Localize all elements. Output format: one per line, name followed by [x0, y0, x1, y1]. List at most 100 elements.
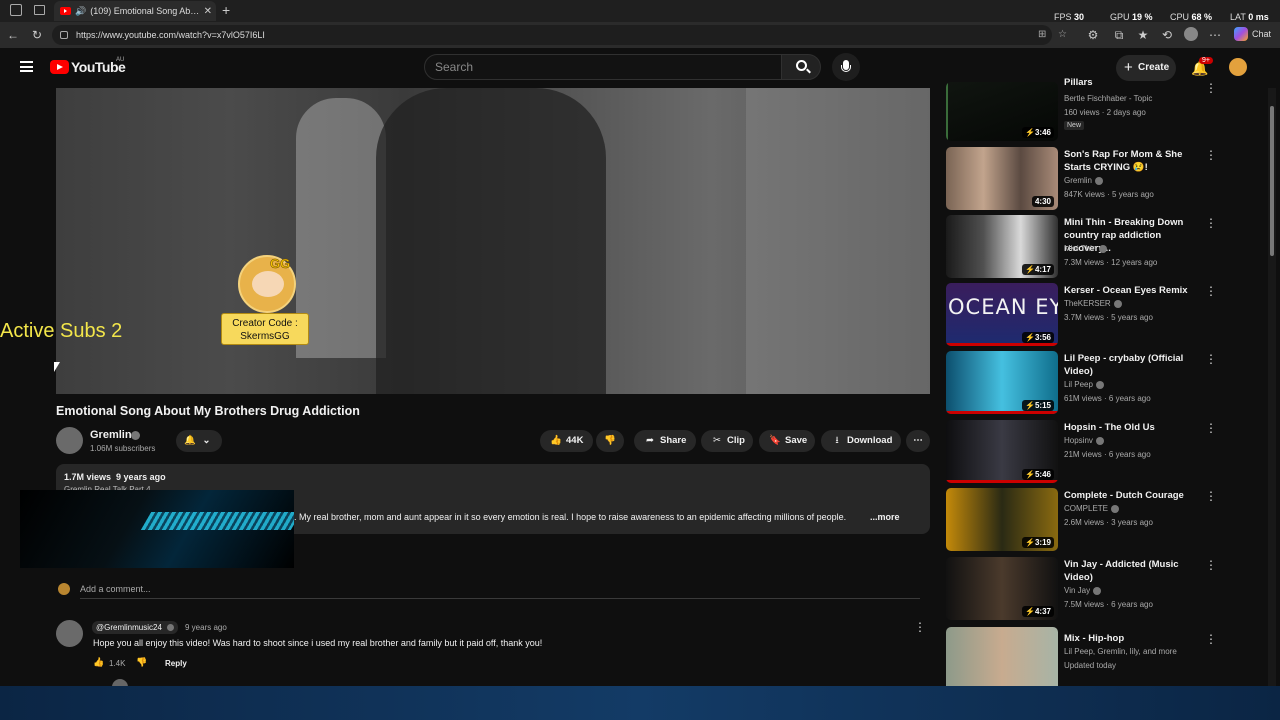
- video-title[interactable]: Complete - Dutch Courage: [1064, 489, 1204, 502]
- video-title[interactable]: Mix - Hip-hop: [1064, 632, 1204, 645]
- video-title[interactable]: Lil Peep - crybaby (Official Video): [1064, 352, 1204, 378]
- refresh-icon[interactable]: ↻: [30, 27, 44, 43]
- more-vert-icon[interactable]: ⋮: [1205, 633, 1217, 645]
- history-icon[interactable]: ⟲: [1160, 27, 1174, 43]
- comment-author-chip[interactable]: @Gremlinmusic24: [92, 621, 179, 634]
- favorites-icon[interactable]: ★: [1136, 27, 1150, 43]
- creator-code-value: SkermsGG: [240, 331, 290, 342]
- verified-icon: [1095, 380, 1104, 389]
- download-button[interactable]: ⭳ Download: [821, 430, 901, 452]
- youtube-favicon-icon: [60, 7, 71, 15]
- thumbnail[interactable]: [946, 627, 1058, 686]
- region-code: AU: [116, 57, 125, 63]
- speaker-icon[interactable]: 🔊: [75, 6, 86, 17]
- thumbnail[interactable]: ⚡3:46: [946, 82, 1058, 141]
- share-button[interactable]: ➦ Share: [634, 430, 696, 452]
- video-door: [746, 88, 930, 394]
- more-vert-icon[interactable]: ⋮: [1205, 82, 1217, 94]
- favorite-star-icon[interactable]: ☆: [1058, 25, 1067, 45]
- show-more-link[interactable]: ...more: [870, 512, 900, 522]
- channel-name[interactable]: TheKERSER: [1064, 299, 1122, 308]
- voice-search-button[interactable]: [832, 53, 860, 81]
- back-icon[interactable]: ←: [6, 27, 20, 43]
- commenter-avatar[interactable]: [56, 620, 83, 647]
- video-title[interactable]: Vin Jay - Addicted (Music Video): [1064, 558, 1204, 584]
- thumbs-down-icon: 👎: [604, 435, 616, 446]
- scrollbar-thumb[interactable]: [1270, 106, 1274, 256]
- account-avatar[interactable]: [1229, 58, 1247, 76]
- workspaces-icon[interactable]: [10, 4, 22, 16]
- search-button[interactable]: [781, 54, 821, 80]
- lat-stat: LAT 0 ms: [1230, 12, 1269, 22]
- site-info-icon[interactable]: [60, 31, 68, 39]
- clip-button[interactable]: ✂ Clip: [701, 430, 753, 452]
- address-bar[interactable]: https://www.youtube.com/watch?v=x7vlO57I…: [52, 25, 1067, 45]
- more-actions-button[interactable]: ⋯: [906, 430, 930, 452]
- more-vert-icon[interactable]: ⋮: [1205, 285, 1217, 297]
- comment-more-icon[interactable]: ⋮: [914, 620, 926, 634]
- thumbnail[interactable]: ⚡5:15: [946, 351, 1058, 414]
- cpu-stat: CPU 68 %: [1170, 12, 1213, 22]
- description-overlay-image: [20, 490, 294, 568]
- chat-label[interactable]: Chat: [1252, 29, 1271, 39]
- profile-avatar[interactable]: [1184, 27, 1198, 41]
- dislike-button[interactable]: 👎: [596, 430, 624, 452]
- youtube-logo-icon[interactable]: [50, 60, 69, 74]
- channel-name[interactable]: Gremlin: [90, 429, 132, 441]
- verified-icon: [1095, 436, 1104, 445]
- more-vert-icon[interactable]: ⋮: [1205, 149, 1217, 161]
- channel-name[interactable]: Mini Thin: [1064, 244, 1108, 253]
- thumbnail[interactable]: OCEAN EYES ⚡3:56: [946, 283, 1058, 346]
- thumbnail[interactable]: 4:30: [946, 147, 1058, 210]
- video-title[interactable]: Kerser - Ocean Eyes Remix: [1064, 284, 1204, 297]
- share-icon: ➦: [646, 435, 654, 446]
- search-input[interactable]: Search: [424, 54, 782, 80]
- more-vert-icon[interactable]: ⋮: [1205, 353, 1217, 365]
- save-button[interactable]: 🔖 Save: [759, 430, 815, 452]
- comment-time: 9 years ago: [185, 623, 227, 632]
- comment-dislike-icon[interactable]: 👎: [136, 657, 147, 668]
- thumbnail[interactable]: ⚡5:46: [946, 420, 1058, 483]
- video-title[interactable]: Son's Rap For Mom & She Starts CRYING 😢!: [1064, 148, 1204, 174]
- short-icon: ⚡: [1025, 128, 1035, 137]
- more-vert-icon[interactable]: ⋮: [1205, 490, 1217, 502]
- creator-code-label: Creator Code :: [232, 318, 298, 329]
- like-button[interactable]: 👍 44K: [540, 430, 593, 452]
- channel-name[interactable]: Vin Jay: [1064, 586, 1102, 595]
- close-tab-icon[interactable]: ✕: [204, 6, 212, 17]
- comment-reply-button[interactable]: Reply: [165, 659, 187, 668]
- video-player[interactable]: [56, 88, 930, 394]
- short-icon: ⚡: [1025, 265, 1035, 274]
- subscribe-bell-button[interactable]: 🔔 ⌄: [176, 430, 222, 452]
- thumbnail[interactable]: ⚡4:37: [946, 557, 1058, 620]
- channel-name[interactable]: Lil Peep, Gremlin, lily, and more: [1064, 647, 1177, 656]
- more-vert-icon[interactable]: ⋮: [1205, 422, 1217, 434]
- extensions-icon[interactable]: ⚙: [1086, 27, 1100, 43]
- tab-actions-icon[interactable]: [34, 5, 45, 15]
- channel-avatar[interactable]: [56, 427, 83, 454]
- new-tab-icon[interactable]: +: [222, 2, 230, 18]
- video-meta: 2.6M views · 3 years ago: [1064, 518, 1153, 527]
- comment-like-icon[interactable]: 👍: [93, 657, 104, 668]
- split-screen-icon[interactable]: ⧉: [1112, 27, 1126, 43]
- channel-name[interactable]: Bertle Fischhaber - Topic: [1064, 94, 1152, 103]
- thumbnail[interactable]: ⚡3:19: [946, 488, 1058, 551]
- add-comment-input[interactable]: Add a comment...: [80, 584, 151, 594]
- video-title[interactable]: Hopsin - The Old Us: [1064, 421, 1204, 434]
- channel-name[interactable]: COMPLETE: [1064, 504, 1120, 513]
- copilot-icon[interactable]: [1234, 27, 1248, 41]
- app-available-icon[interactable]: ⊞: [1038, 25, 1046, 45]
- page-scrollbar[interactable]: [1268, 88, 1276, 686]
- channel-name[interactable]: Lil Peep: [1064, 380, 1104, 389]
- tab-active[interactable]: 🔊 (109) Emotional Song About My Brothers…: [54, 1, 216, 21]
- more-vert-icon[interactable]: ⋮: [1205, 559, 1217, 571]
- hamburger-menu-icon[interactable]: [20, 61, 33, 72]
- more-menu-icon[interactable]: ⋯: [1208, 27, 1222, 43]
- thumbs-up-icon: 👍: [550, 435, 562, 446]
- more-vert-icon[interactable]: ⋮: [1205, 217, 1217, 229]
- thumbnail[interactable]: ⚡4:17: [946, 215, 1058, 278]
- channel-name[interactable]: Hopsinv: [1064, 436, 1104, 445]
- video-title[interactable]: Pillars: [1064, 76, 1204, 88]
- channel-name[interactable]: Gremlin: [1064, 176, 1104, 185]
- download-icon: ⭳: [835, 435, 839, 446]
